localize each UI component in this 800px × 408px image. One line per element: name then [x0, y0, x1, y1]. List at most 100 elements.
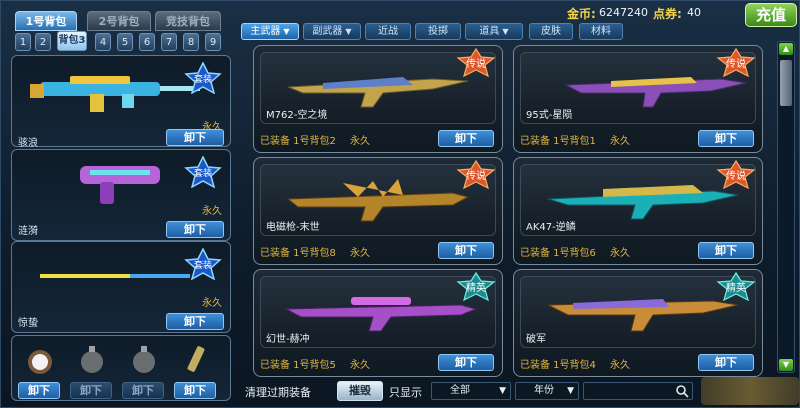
- tab-bag-2[interactable]: 2号背包: [87, 11, 151, 31]
- svg-text:精英: 精英: [726, 281, 746, 294]
- slot-secondary[interactable]: 套装 涟漪 永久 卸下: [11, 149, 231, 241]
- tab-items[interactable]: 道具 ▼: [465, 23, 523, 40]
- tab-num-3[interactable]: 背包3: [57, 31, 87, 51]
- slot-item-name: 惊蛰: [18, 318, 38, 329]
- tab-skins[interactable]: 皮肤: [529, 23, 573, 40]
- svg-text:精英: 精英: [466, 281, 486, 294]
- tab-num-8[interactable]: 8: [183, 33, 199, 51]
- coconut-grenade-icon: [28, 350, 52, 374]
- slot-throwables: 卸下 卸下 卸下 卸下: [11, 335, 231, 401]
- chevron-down-icon: ▼: [283, 27, 290, 36]
- tab-num-9[interactable]: 9: [205, 33, 221, 51]
- tab-materials[interactable]: 材料: [579, 23, 623, 40]
- weapon-card[interactable]: 传说 AK47-逆鳞 已装备 1号背包6 永久 卸下: [513, 157, 763, 265]
- svg-text:传说: 传说: [466, 57, 486, 70]
- search-input[interactable]: [583, 382, 693, 400]
- weapon-name: 电磁枪-末世: [266, 222, 320, 233]
- weapon-name: 幻世-赫冲: [266, 334, 310, 345]
- weapon-card[interactable]: 精英 破军 已装备 1号背包4 永久 卸下: [513, 269, 763, 377]
- weapon-card[interactable]: 精英 幻世-赫冲 已装备 1号背包5 永久 卸下: [253, 269, 503, 377]
- tab-num-1[interactable]: 1: [15, 33, 31, 51]
- scrollbar[interactable]: ▲ ▼: [777, 41, 795, 373]
- unequip-button[interactable]: 卸下: [698, 130, 754, 147]
- tab-melee[interactable]: 近战: [365, 23, 411, 40]
- slot-durability: 永久: [202, 206, 222, 217]
- tab-num-7[interactable]: 7: [161, 33, 177, 51]
- unequip-button[interactable]: 卸下: [698, 242, 754, 259]
- search-icon[interactable]: [675, 384, 689, 398]
- unequip-button[interactable]: 卸下: [70, 382, 112, 399]
- tab-num-5[interactable]: 5: [117, 33, 133, 51]
- grenade-icon: [81, 346, 103, 373]
- weapon-name: 破军: [526, 334, 546, 345]
- legend-rank-icon: 传说: [456, 48, 496, 78]
- destroy-button[interactable]: 摧毁: [337, 381, 383, 401]
- scroll-down-icon[interactable]: ▼: [779, 359, 793, 371]
- unequip-button[interactable]: 卸下: [174, 382, 216, 399]
- bag-tabs: 1号背包 2号背包 竞技背包: [5, 9, 237, 31]
- weapon-grid-panel: 主武器 ▼ 副武器 ▼ 近战 投掷 道具 ▼ 皮肤 材料 传说 M762-空之境 已装…: [239, 21, 799, 407]
- flashbang-icon: [187, 346, 205, 372]
- weapon-name: M762-空之境: [266, 110, 328, 121]
- suit-badge-icon: 套装: [184, 156, 222, 188]
- slot-melee[interactable]: 套装 惊蛰 永久 卸下: [11, 241, 231, 333]
- durability: 永久: [610, 136, 630, 147]
- unequip-button[interactable]: 卸下: [166, 313, 224, 330]
- unequip-button[interactable]: 卸下: [166, 221, 224, 238]
- svg-text:传说: 传说: [726, 169, 746, 182]
- weapon-card[interactable]: 传说 电磁枪-末世 已装备 1号背包8 永久 卸下: [253, 157, 503, 265]
- tab-throwable[interactable]: 投掷: [415, 23, 461, 40]
- unequip-button[interactable]: 卸下: [166, 129, 224, 146]
- legend-rank-icon: 传说: [456, 160, 496, 190]
- weapon-card[interactable]: 传说 M762-空之境 已装备 1号背包2 永久 卸下: [253, 45, 503, 153]
- svg-text:传说: 传说: [466, 169, 486, 182]
- sniper-icon: [284, 297, 478, 332]
- unequip-button[interactable]: 卸下: [122, 382, 164, 399]
- svg-text:传说: 传说: [726, 57, 746, 70]
- tab-primary-weapon[interactable]: 主武器 ▼: [241, 23, 299, 40]
- pistol-icon: [80, 166, 160, 204]
- durability: 永久: [350, 136, 370, 147]
- category-filter-select[interactable]: 全部 ▼: [431, 382, 511, 400]
- slot-item-name: 涟漪: [18, 226, 38, 237]
- slot-primary[interactable]: 套装 骇浪 永久 卸下: [11, 55, 231, 149]
- tab-num-4[interactable]: 4: [95, 33, 111, 51]
- unequip-button[interactable]: 卸下: [18, 382, 60, 399]
- equipped-status: 已装备 1号背包1: [520, 136, 596, 147]
- unequip-button[interactable]: 卸下: [438, 130, 494, 147]
- chevron-down-icon: ▼: [345, 27, 352, 36]
- legend-rank-icon: 传说: [716, 48, 756, 78]
- scroll-thumb[interactable]: [780, 60, 792, 106]
- backpack-panel: 1号背包 2号背包 竞技背包 1 2 背包3 4 5 6 7 8 9 套装 骇浪…: [5, 9, 237, 405]
- scroll-up-icon[interactable]: ▲: [779, 43, 793, 55]
- gold-label: 金币:: [567, 7, 596, 21]
- inventory-window: 1号背包 2号背包 竞技背包 1 2 背包3 4 5 6 7 8 9 套装 骇浪…: [0, 0, 800, 408]
- tab-num-2[interactable]: 2: [35, 33, 51, 51]
- unequip-button[interactable]: 卸下: [698, 354, 754, 371]
- unequip-button[interactable]: 卸下: [438, 354, 494, 371]
- tab-bag-1[interactable]: 1号背包: [15, 11, 77, 31]
- rifle-icon: [287, 77, 469, 108]
- elite-rank-icon: 精英: [456, 272, 496, 302]
- rifle-icon: [30, 76, 200, 112]
- durability: 永久: [350, 360, 370, 371]
- equipped-status: 已装备 1号背包6: [520, 248, 596, 259]
- tab-secondary-weapon[interactable]: 副武器 ▼: [303, 23, 361, 40]
- svg-text:套装: 套装: [194, 259, 212, 271]
- equipped-status: 已装备 1号背包5: [260, 360, 336, 371]
- gold-value: 6247240: [599, 6, 648, 19]
- svg-text:套装: 套装: [194, 167, 212, 179]
- tab-bag-arena[interactable]: 竞技背包: [155, 11, 221, 31]
- unequip-button[interactable]: 卸下: [438, 242, 494, 259]
- weapon-name: AK47-逆鳞: [526, 222, 576, 233]
- railgun-icon: [286, 179, 470, 222]
- clear-expired-label: 清理过期装备: [245, 386, 311, 399]
- year-filter-select[interactable]: 年份 ▼: [515, 382, 579, 400]
- rifle-icon: [547, 299, 739, 332]
- durability: 永久: [350, 248, 370, 259]
- tab-num-6[interactable]: 6: [139, 33, 155, 51]
- points-label: 点券:: [653, 7, 682, 21]
- equipped-status: 已装备 1号背包4: [520, 360, 596, 371]
- weapon-card[interactable]: 传说 95式-星陨 已装备 1号背包1 永久 卸下: [513, 45, 763, 153]
- slot-item-name: 骇浪: [18, 138, 38, 149]
